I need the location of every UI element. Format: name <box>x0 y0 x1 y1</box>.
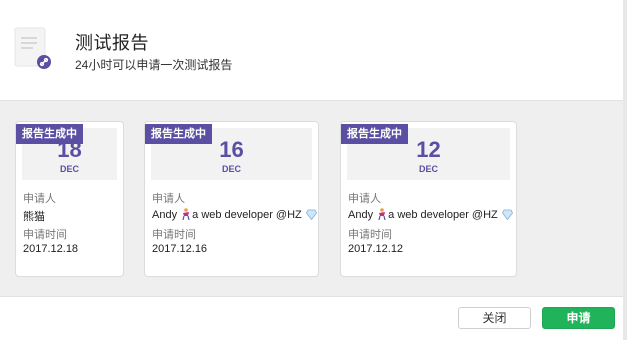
dialog-header: 测试报告 24小时可以申请一次测试报告 <box>0 0 623 100</box>
diamond-emoji-icon <box>305 209 317 220</box>
applicant-label: 申请人 <box>23 193 56 205</box>
date-month: DEC <box>418 164 438 174</box>
applicant-desc: a web developer @HZ <box>192 209 302 221</box>
window-edge <box>623 0 627 340</box>
applicant-name: Andy <box>152 209 178 221</box>
dialog-subtitle: 24小时可以申请一次测试报告 <box>75 58 233 72</box>
apply-time-label: 申请时间 <box>152 229 196 241</box>
report-list: 18 DEC 报告生成中 申请人 熊猫 申请时间 2017.12.18 16 D… <box>0 100 623 297</box>
applicant-desc: a web developer @HZ <box>388 209 498 221</box>
link-badge-icon <box>37 55 51 69</box>
close-button[interactable]: 关闭 <box>458 307 531 329</box>
diamond-emoji-icon <box>501 209 513 220</box>
apply-time-label: 申请时间 <box>348 229 392 241</box>
dialog-footer: 关闭 申请 <box>0 297 623 340</box>
status-badge: 报告生成中 <box>145 124 212 144</box>
applicant-value: Andy a web developer @HZ <box>152 208 317 221</box>
applicant-value: 熊猫 <box>23 211 45 223</box>
apply-button[interactable]: 申请 <box>542 307 615 329</box>
document-icon <box>14 27 51 69</box>
status-badge: 报告生成中 <box>16 124 83 144</box>
status-badge: 报告生成中 <box>341 124 408 144</box>
date-month: DEC <box>59 164 79 174</box>
apply-time-value: 2017.12.12 <box>348 243 404 255</box>
applicant-label: 申请人 <box>152 193 185 205</box>
applicant-label: 申请人 <box>348 193 381 205</box>
applicant-value: Andy a web developer @HZ <box>348 208 513 221</box>
dialog-title: 测试报告 <box>75 33 149 53</box>
apply-time-value: 2017.12.18 <box>23 243 79 255</box>
person-emoji-icon <box>182 208 190 220</box>
report-card[interactable]: 16 DEC 报告生成中 申请人 Andy a web developer @H… <box>144 121 319 277</box>
report-card[interactable]: 12 DEC 报告生成中 申请人 Andy a web developer @H… <box>340 121 517 277</box>
test-report-dialog: 测试报告 24小时可以申请一次测试报告 18 DEC 报告生成中 申请人 熊猫 … <box>0 0 627 340</box>
person-emoji-icon <box>378 208 386 220</box>
apply-time-value: 2017.12.16 <box>152 243 208 255</box>
applicant-name: Andy <box>348 209 374 221</box>
date-month: DEC <box>221 164 241 174</box>
apply-time-label: 申请时间 <box>23 229 67 241</box>
report-card[interactable]: 18 DEC 报告生成中 申请人 熊猫 申请时间 2017.12.18 <box>15 121 124 277</box>
